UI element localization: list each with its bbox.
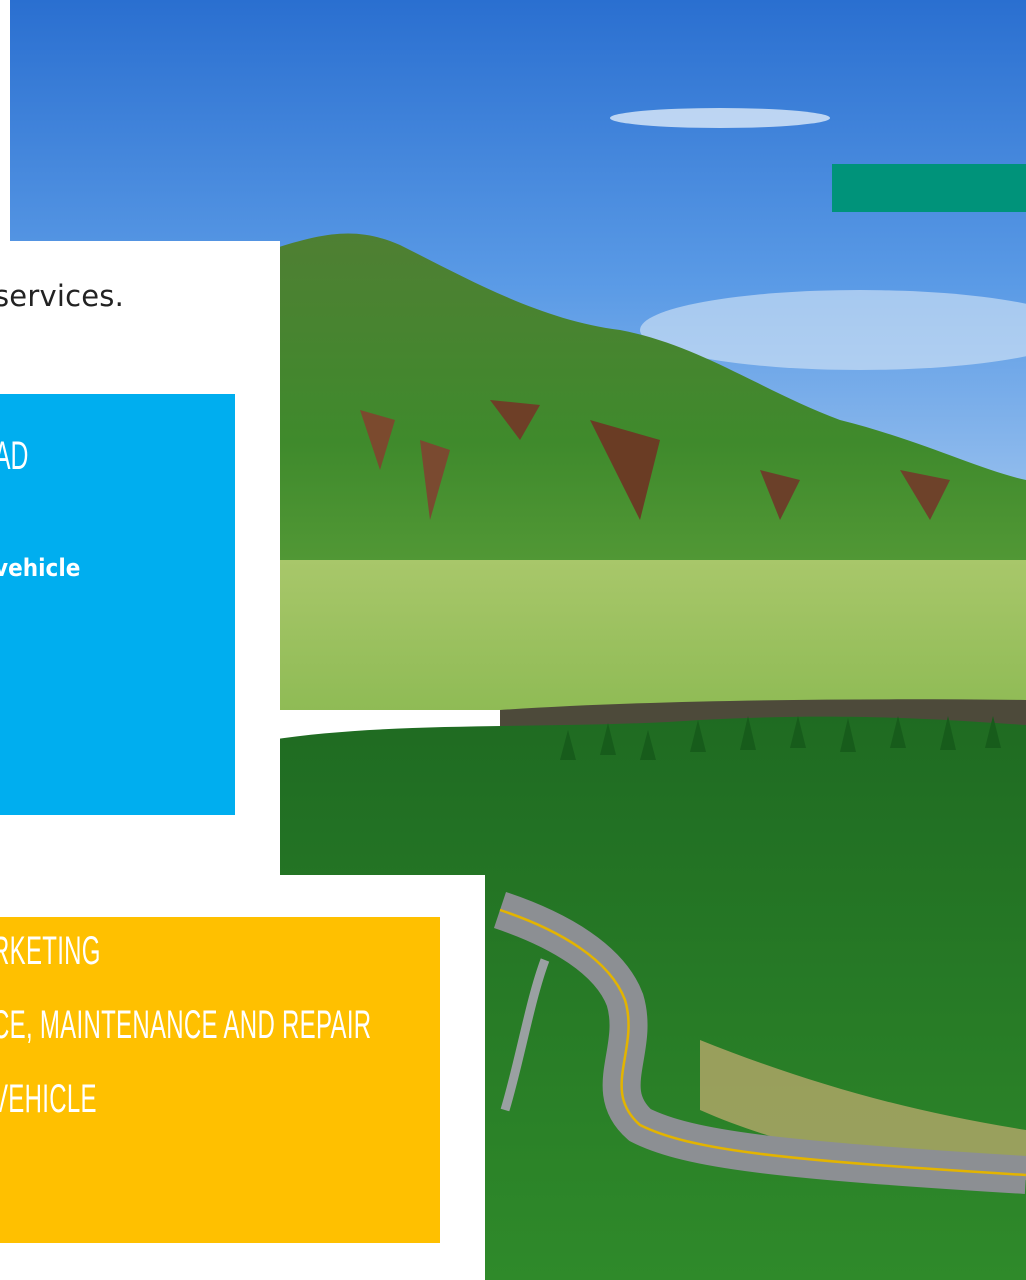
blue-card-subtext: vehicle	[0, 554, 81, 582]
content-panel-upper: services. AD vehicle	[0, 241, 280, 875]
intro-text: services.	[0, 279, 125, 313]
service-item-vehicle[interactable]: VEHICLE	[0, 1077, 97, 1122]
top-left-white-strip	[0, 0, 10, 241]
service-item-marketing[interactable]: RKETING	[0, 929, 101, 974]
teal-accent-bar	[832, 164, 1026, 212]
content-panel-lower: RKETING CE, MAINTENANCE AND REPAIR VEHIC…	[0, 875, 485, 1280]
yellow-service-card[interactable]: RKETING CE, MAINTENANCE AND REPAIR VEHIC…	[0, 917, 440, 1243]
service-item-maintenance-repair[interactable]: CE, MAINTENANCE AND REPAIR	[0, 1003, 371, 1048]
blue-service-card[interactable]: AD vehicle	[0, 394, 235, 815]
blue-card-heading: AD	[0, 434, 29, 478]
